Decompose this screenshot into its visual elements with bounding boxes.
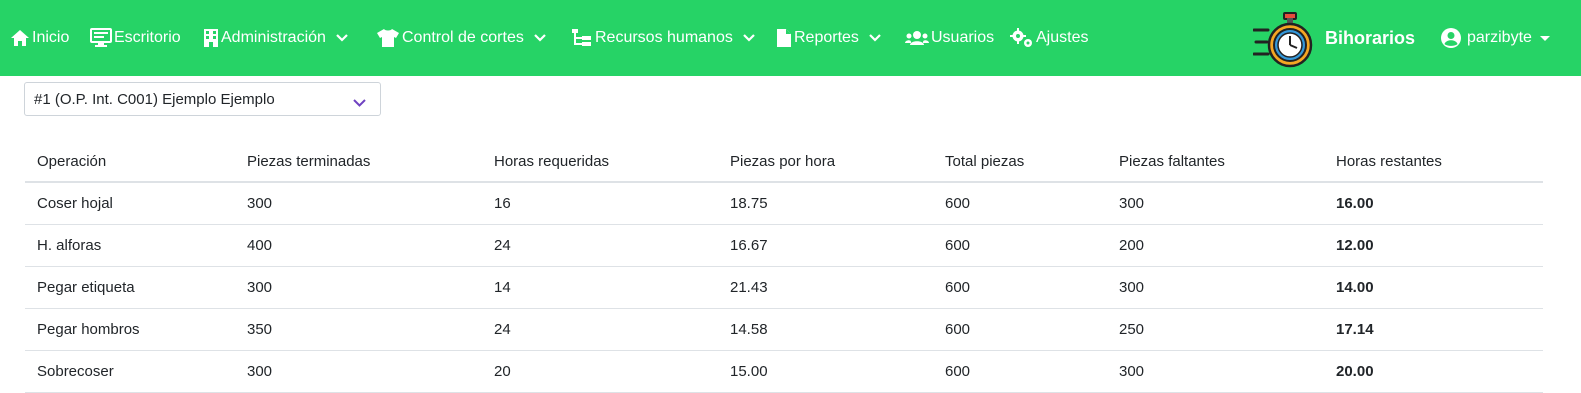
cogs-icon (1010, 27, 1034, 49)
cell-piezas-por-hora: 15.00 (718, 350, 933, 393)
table-header-row: Operación Piezas terminadas Horas requer… (25, 142, 1543, 183)
home-icon (10, 29, 30, 47)
chevron-down-icon (869, 34, 881, 42)
cell-piezas-por-hora: 14.58 (718, 308, 933, 351)
table-row: Sobrecoser 300 20 15.00 600 300 20.00 (25, 350, 1543, 393)
cell-total-piezas: 600 (933, 266, 1107, 309)
cell-operacion: Coser hojal (25, 182, 235, 225)
nav-item-label: Administración (221, 29, 326, 46)
building-icon (203, 28, 219, 48)
nav-item-label: Recursos humanos (595, 29, 733, 46)
table-row: Pegar hombros 350 24 14.58 600 250 17.14 (25, 308, 1543, 351)
cell-piezas-por-hora: 16.67 (718, 224, 933, 267)
table-row: Pegar etiqueta 300 14 21.43 600 300 14.0… (25, 266, 1543, 309)
chevron-down-icon (336, 34, 348, 42)
nav-item-label: Inicio (32, 29, 70, 46)
header-piezas-terminadas: Piezas terminadas (235, 142, 482, 183)
nav-item-label: Ajustes (1036, 29, 1089, 46)
header-horas-requeridas: Horas requeridas (482, 142, 718, 183)
order-select[interactable]: #1 (O.P. Int. C001) Ejemplo Ejemplo (24, 82, 381, 116)
nav-item-control-de-cortes[interactable]: Control de cortes (376, 0, 546, 76)
cell-piezas-faltantes: 250 (1107, 308, 1324, 351)
cell-operacion: Pegar etiqueta (25, 266, 235, 309)
cell-horas-requeridas: 20 (482, 350, 718, 393)
cell-piezas-faltantes: 200 (1107, 224, 1324, 267)
cell-horas-restantes: 17.14 (1324, 308, 1543, 351)
chevron-down-icon (534, 34, 546, 42)
stopwatch-logo-icon (1252, 12, 1313, 75)
nav-item-label: Usuarios (931, 29, 995, 46)
header-piezas-por-hora: Piezas por hora (718, 142, 933, 183)
brand-name[interactable]: Bihorarios (1325, 0, 1415, 76)
cell-piezas-por-hora: 18.75 (718, 182, 933, 225)
file-icon (776, 28, 792, 48)
cell-horas-restantes: 20.00 (1324, 350, 1543, 393)
desktop-icon (90, 28, 112, 48)
user-name: parzibyte (1467, 29, 1532, 46)
cell-horas-restantes: 12.00 (1324, 224, 1543, 267)
cell-operacion: H. alforas (25, 224, 235, 267)
nav-item-ajustes[interactable]: Ajustes (1010, 0, 1088, 76)
cell-horas-requeridas: 24 (482, 224, 718, 267)
cell-total-piezas: 600 (933, 182, 1107, 225)
cell-total-piezas: 600 (933, 224, 1107, 267)
operations-table: Operación Piezas terminadas Horas requer… (25, 142, 1543, 393)
table-row: H. alforas 400 24 16.67 600 200 12.00 (25, 224, 1543, 267)
nav-item-label: Reportes (794, 29, 859, 46)
shirt-icon (376, 28, 400, 48)
nav-item-inicio[interactable]: Inicio (10, 0, 69, 76)
cell-horas-requeridas: 24 (482, 308, 718, 351)
cell-piezas-terminadas: 300 (235, 350, 482, 393)
cell-operacion: Pegar hombros (25, 308, 235, 351)
user-menu[interactable]: parzibyte (1441, 0, 1550, 76)
cell-horas-requeridas: 16 (482, 182, 718, 225)
cell-horas-restantes: 16.00 (1324, 182, 1543, 225)
cell-total-piezas: 600 (933, 308, 1107, 351)
cell-piezas-terminadas: 400 (235, 224, 482, 267)
cell-piezas-faltantes: 300 (1107, 182, 1324, 225)
order-select-value: #1 (O.P. Int. C001) Ejemplo Ejemplo (34, 90, 275, 108)
nav-item-recursos-humanos[interactable]: Recursos humanos (571, 0, 755, 76)
nav-item-label: Control de cortes (402, 29, 524, 46)
header-total-piezas: Total piezas (933, 142, 1107, 183)
top-navbar: Inicio Escritorio Administración Control… (0, 0, 1581, 76)
cell-operacion: Sobrecoser (25, 350, 235, 393)
cell-piezas-terminadas: 300 (235, 182, 482, 225)
cell-total-piezas: 600 (933, 350, 1107, 393)
cell-piezas-terminadas: 350 (235, 308, 482, 351)
table-row: Coser hojal 300 16 18.75 600 300 16.00 (25, 182, 1543, 225)
header-operacion: Operación (25, 142, 235, 183)
caret-down-icon (1539, 35, 1550, 41)
cell-piezas-por-hora: 21.43 (718, 266, 933, 309)
nav-item-usuarios[interactable]: Usuarios (905, 0, 994, 76)
cell-piezas-faltantes: 300 (1107, 266, 1324, 309)
cell-horas-restantes: 14.00 (1324, 266, 1543, 309)
cell-piezas-faltantes: 300 (1107, 350, 1324, 393)
header-piezas-faltantes: Piezas faltantes (1107, 142, 1324, 183)
users-icon (905, 30, 929, 46)
nav-item-administracion[interactable]: Administración (203, 0, 348, 76)
nav-item-reportes[interactable]: Reportes (776, 0, 881, 76)
cell-horas-requeridas: 14 (482, 266, 718, 309)
chevron-down-icon (743, 34, 755, 42)
user-circle-icon (1441, 28, 1461, 48)
header-horas-restantes: Horas restantes (1324, 142, 1543, 183)
cell-piezas-terminadas: 300 (235, 266, 482, 309)
chevron-down-icon (353, 94, 366, 111)
sitemap-icon (571, 28, 593, 48)
nav-item-label: Escritorio (114, 29, 181, 46)
nav-item-escritorio[interactable]: Escritorio (90, 0, 181, 76)
